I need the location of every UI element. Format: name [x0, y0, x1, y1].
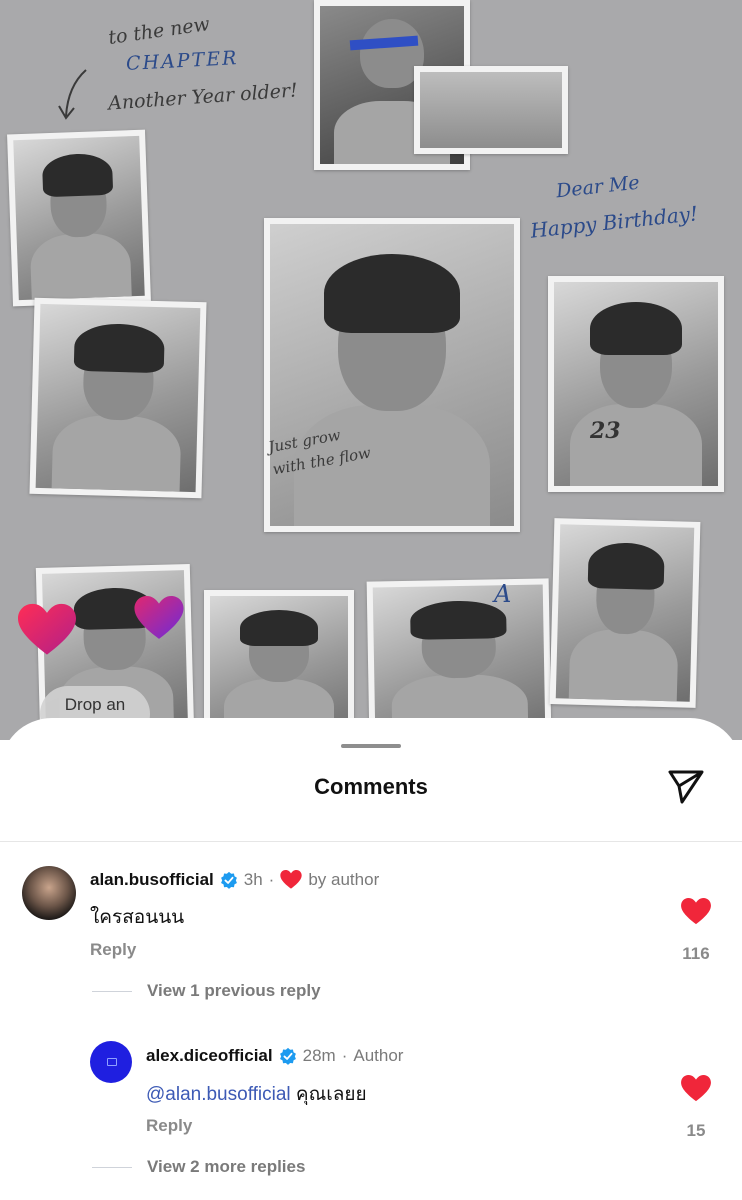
avatar[interactable] — [90, 1041, 132, 1083]
send-icon[interactable] — [666, 766, 706, 806]
comment-username[interactable]: alan.busofficial — [90, 870, 214, 890]
thread-line — [92, 991, 132, 992]
sheet-title: Comments — [314, 774, 428, 799]
photo-bottom-3 — [366, 578, 552, 740]
photo-right-cake — [548, 276, 724, 492]
meta-separator: · — [341, 1046, 348, 1065]
photo-bottom-right — [549, 518, 701, 708]
heart-sticker-icon — [18, 603, 76, 655]
photo-left-1 — [7, 129, 151, 307]
photo-shirt-detail — [414, 66, 568, 154]
verified-badge-icon — [220, 871, 237, 889]
comment-body: คุณเลยย — [295, 1084, 367, 1105]
note-happy-birthday: Happy Birthday! — [529, 201, 700, 243]
post-collage-image: to the new CHAPTER Another Year older! J… — [0, 0, 742, 740]
like-heart-icon[interactable] — [681, 898, 711, 926]
comment-username[interactable]: alex.diceofficial — [146, 1046, 273, 1066]
author-label: Author — [353, 1046, 404, 1065]
note-letter-a: A — [494, 580, 512, 608]
comment-text: @alan.busofficial คุณเลยย — [146, 1079, 367, 1109]
cake-number: 23 — [590, 418, 621, 444]
verified-badge-icon — [279, 1047, 296, 1065]
photo-left-2 — [29, 297, 207, 499]
liked-by-author-label: by author — [308, 870, 380, 889]
photo-center-main — [264, 218, 520, 532]
note-to-the-new: to the new — [106, 13, 212, 49]
thread-line — [92, 1167, 132, 1168]
avatar[interactable] — [22, 866, 76, 920]
comment-meta: alex.diceofficial 28m · Author — [146, 1046, 403, 1066]
comment-meta: alan.busofficial 3h · by author — [90, 870, 379, 890]
reply-button[interactable]: Reply — [90, 940, 136, 960]
view-previous-replies-link[interactable]: View 1 previous reply — [147, 981, 321, 1001]
comment-text: ใครสอนนน — [90, 907, 185, 928]
reply-button[interactable]: Reply — [146, 1116, 192, 1136]
view-more-replies-link[interactable]: View 2 more replies — [147, 1157, 305, 1177]
heart-sticker-purple-icon — [134, 596, 184, 639]
sheet-divider — [0, 841, 742, 842]
avatar-dice-mark — [107, 1058, 117, 1066]
mention-link[interactable]: @alan.busofficial — [146, 1084, 291, 1105]
like-count: 116 — [682, 944, 710, 963]
like-count: 15 — [686, 1121, 706, 1140]
meta-separator: · — [268, 870, 275, 889]
author-heart-icon — [280, 870, 303, 889]
note-dear-me: Dear Me — [555, 171, 641, 203]
like-heart-icon[interactable] — [681, 1075, 711, 1103]
note-another-year: Another Year older! — [107, 79, 299, 115]
note-chapter: CHAPTER — [125, 47, 239, 75]
comment-time: 28m — [302, 1046, 336, 1065]
comment-time: 3h — [243, 870, 263, 889]
sheet-drag-handle[interactable] — [341, 744, 401, 748]
arrow-doodle-icon — [58, 69, 87, 120]
comments-sheet: Comments alan.busofficial 3h · by author… — [0, 718, 742, 1200]
